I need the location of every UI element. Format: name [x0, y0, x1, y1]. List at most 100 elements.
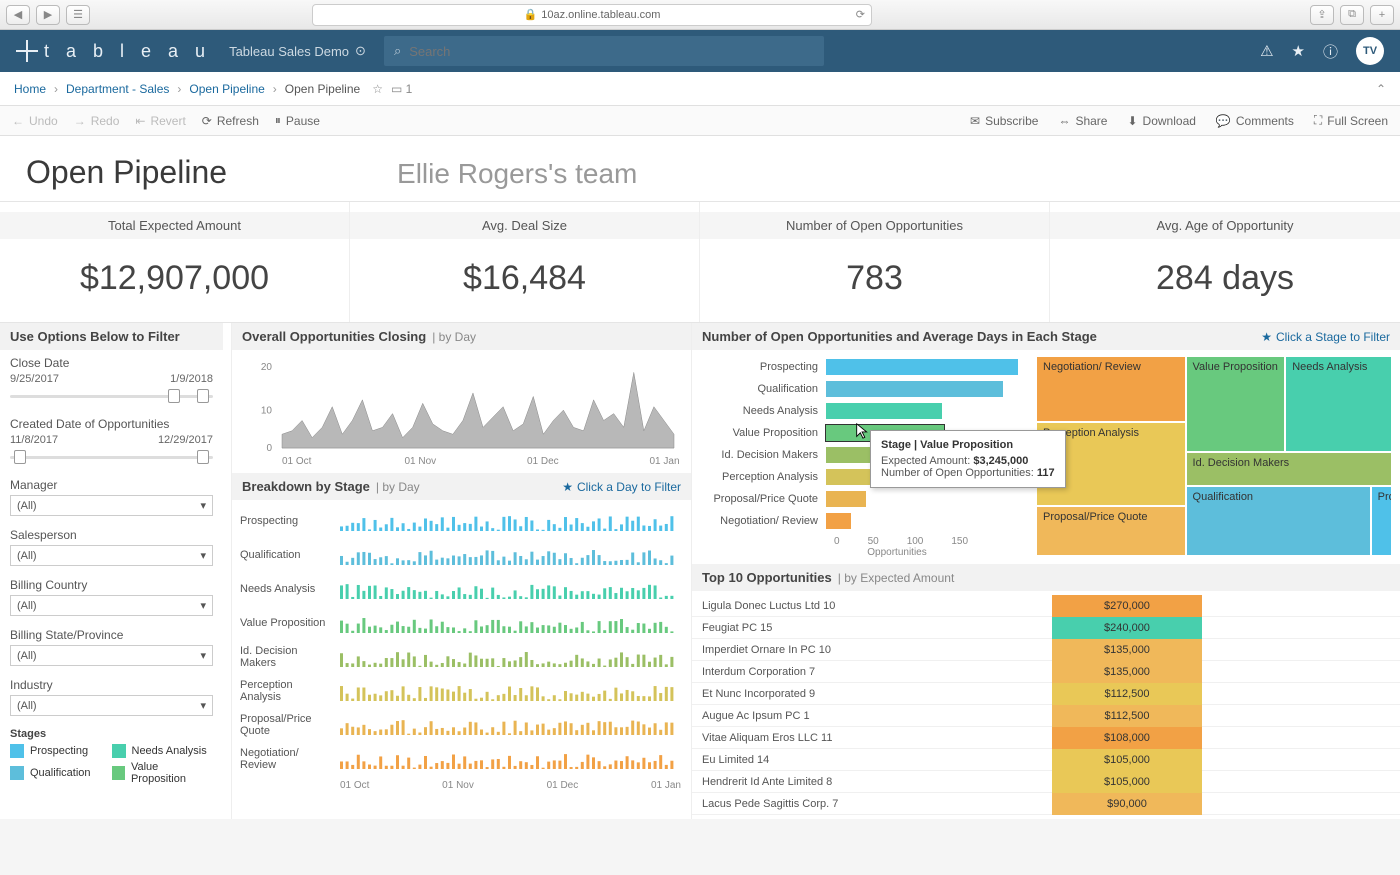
- breakdown-row[interactable]: Value Proposition: [240, 606, 683, 640]
- mail-icon: ✉: [970, 114, 980, 128]
- breakdown-row[interactable]: Needs Analysis: [240, 572, 683, 606]
- breakdown-row[interactable]: Negotiation/ Review: [240, 742, 683, 776]
- browser-forward-button[interactable]: ▶: [36, 5, 60, 25]
- chevron-down-icon: ▾: [200, 649, 206, 662]
- user-avatar[interactable]: TV: [1356, 37, 1384, 65]
- svg-text:01 Dec: 01 Dec: [527, 456, 559, 467]
- filter-close-date: Close Date 9/25/20171/9/2018: [0, 350, 223, 411]
- search-box[interactable]: ⌕: [384, 36, 824, 66]
- stage-treemap[interactable]: Negotiation/ ReviewValue PropositionNeed…: [1036, 356, 1392, 556]
- fullscreen-button[interactable]: ⛶Full Screen: [1314, 113, 1388, 128]
- legend-item[interactable]: Qualification: [10, 761, 112, 785]
- star-icon: ★: [1261, 330, 1272, 344]
- views-icon[interactable]: ▭ 1: [391, 82, 412, 96]
- top10-row[interactable]: Hendrerit Id Ante Limited 8$105,000: [692, 771, 1400, 793]
- svg-text:20: 20: [261, 362, 273, 373]
- download-button[interactable]: ⬇Download: [1127, 113, 1195, 128]
- breadcrumb-department[interactable]: Department - Sales: [66, 82, 169, 96]
- breakdown-row[interactable]: Id. Decision Makers: [240, 640, 683, 674]
- breakdown-row[interactable]: Qualification: [240, 538, 683, 572]
- favorites-icon[interactable]: ★: [1292, 42, 1305, 60]
- breadcrumb-workbook[interactable]: Open Pipeline: [189, 82, 264, 96]
- top10-row[interactable]: Vitae Aliquam Eros LLC 11$108,000: [692, 727, 1400, 749]
- top10-row[interactable]: Imperdiet Ornare In PC 10$135,000: [692, 639, 1400, 661]
- legend-item[interactable]: Prospecting: [10, 744, 112, 758]
- star-outline-icon[interactable]: ☆: [372, 82, 383, 96]
- treemap-cell[interactable]: Qualification: [1186, 486, 1371, 556]
- stage-bar[interactable]: Proposal/Price Quote: [696, 488, 1028, 510]
- manager-select[interactable]: (All)▾: [10, 495, 213, 516]
- pause-button[interactable]: ⏸Pause: [275, 113, 320, 128]
- stage-heading: Number of Open Opportunities and Average…: [692, 323, 1400, 350]
- redo-button[interactable]: →Redo: [74, 114, 120, 128]
- browser-back-button[interactable]: ◀: [6, 5, 30, 25]
- breadcrumb-current: Open Pipeline: [285, 82, 360, 96]
- treemap-cell[interactable]: Id. Decision Makers: [1186, 452, 1392, 486]
- filter-created-date: Created Date of Opportunities 11/8/20171…: [0, 411, 223, 472]
- top10-row[interactable]: Ligula Donec Luctus Ltd 10$270,000: [692, 595, 1400, 617]
- breakdown-row[interactable]: Prospecting: [240, 504, 683, 538]
- stage-bar[interactable]: Prospecting: [696, 356, 1028, 378]
- filter-panel: Use Options Below to Filter Close Date 9…: [0, 323, 232, 819]
- tableau-logo[interactable]: t a b l e a u: [16, 40, 211, 62]
- breadcrumb-home[interactable]: Home: [14, 82, 46, 96]
- top10-row[interactable]: Augue Ac Ipsum PC 1$112,500: [692, 705, 1400, 727]
- refresh-button[interactable]: ⟳Refresh: [202, 114, 259, 128]
- browser-tabs-button[interactable]: ⧉: [1340, 5, 1364, 25]
- top10-row[interactable]: Lacus Pede Sagittis Corp. 7$90,000: [692, 793, 1400, 815]
- stage-bar[interactable]: Qualification: [696, 378, 1028, 400]
- stage-legend: Stages ProspectingNeeds AnalysisQualific…: [0, 722, 223, 794]
- top10-heading: Top 10 Opportunities | by Expected Amoun…: [692, 564, 1400, 591]
- subscribe-button[interactable]: ✉Subscribe: [970, 113, 1038, 128]
- kpi-avg-deal-size: Avg. Deal Size $16,484: [350, 202, 700, 322]
- undo-button[interactable]: ←Undo: [12, 114, 58, 128]
- browser-url-bar[interactable]: 🔒 10az.online.tableau.com ⟳: [312, 4, 872, 26]
- salesperson-select[interactable]: (All)▾: [10, 545, 213, 566]
- revert-button[interactable]: ⇤Revert: [135, 114, 185, 128]
- fullscreen-icon: ⛶: [1314, 113, 1322, 128]
- top10-row[interactable]: Et Nunc Incorporated 9$112,500: [692, 683, 1400, 705]
- browser-share-button[interactable]: ⇪: [1310, 5, 1334, 25]
- billing-country-select[interactable]: (All)▾: [10, 595, 213, 616]
- top10-table[interactable]: Ligula Donec Luctus Ltd 10$270,000Feugia…: [692, 591, 1400, 819]
- billing-state-select[interactable]: (All)▾: [10, 645, 213, 666]
- search-input[interactable]: [409, 44, 814, 59]
- redo-icon: →: [74, 114, 86, 128]
- treemap-cell[interactable]: Prospecting: [1371, 486, 1392, 556]
- close-date-slider[interactable]: [10, 387, 213, 405]
- stage-bar[interactable]: Needs Analysis: [696, 400, 1028, 422]
- treemap-cell[interactable]: Negotiation/ Review: [1036, 356, 1186, 422]
- legend-item[interactable]: Value Proposition: [112, 761, 214, 785]
- filter-heading: Use Options Below to Filter: [0, 323, 223, 350]
- breakdown-row[interactable]: Proposal/Price Quote: [240, 708, 683, 742]
- share-button[interactable]: ⇔Share: [1058, 113, 1107, 128]
- reload-icon[interactable]: ⟳: [856, 8, 865, 21]
- breakdown-row[interactable]: Perception Analysis: [240, 674, 683, 708]
- collapse-icon[interactable]: ⌃: [1376, 82, 1386, 96]
- top10-row[interactable]: Eu Limited 14$105,000: [692, 749, 1400, 771]
- stage-bar[interactable]: Negotiation/ Review: [696, 510, 1028, 532]
- revert-icon: ⇤: [135, 114, 145, 128]
- treemap-cell[interactable]: Needs Analysis: [1285, 356, 1392, 452]
- legend-item[interactable]: Needs Analysis: [112, 744, 214, 758]
- treemap-cell[interactable]: Proposal/Price Quote: [1036, 506, 1186, 556]
- browser-toolbar: ◀ ▶ ☰ 🔒 10az.online.tableau.com ⟳ ⇪ ⧉ +: [0, 0, 1400, 30]
- search-icon: ⌕: [394, 43, 401, 59]
- top10-row[interactable]: Feugiat PC 15$240,000: [692, 617, 1400, 639]
- workbook-selector[interactable]: Tableau Sales Demo ⊙: [229, 43, 366, 59]
- browser-sidebar-button[interactable]: ☰: [66, 5, 90, 25]
- browser-newtab-button[interactable]: +: [1370, 5, 1394, 25]
- alert-icon[interactable]: ⚠: [1260, 42, 1273, 60]
- created-date-slider[interactable]: [10, 448, 213, 466]
- chevron-down-icon: ▾: [200, 499, 206, 512]
- overall-heading: Overall Opportunities Closing | by Day: [232, 323, 691, 350]
- kpi-row: Total Expected Amount $12,907,000 Avg. D…: [0, 201, 1400, 323]
- overall-chart[interactable]: 20 10 0 01 Oct01 Nov01 Dec01 Jan: [232, 350, 691, 473]
- industry-select[interactable]: (All)▾: [10, 695, 213, 716]
- info-icon[interactable]: ⓘ: [1323, 41, 1338, 62]
- breakdown-chart[interactable]: ProspectingQualificationNeeds AnalysisVa…: [232, 500, 691, 780]
- refresh-icon: ⟳: [202, 114, 212, 128]
- treemap-cell[interactable]: Value Proposition: [1186, 356, 1286, 452]
- comments-button[interactable]: 💬Comments: [1216, 113, 1294, 128]
- top10-row[interactable]: Interdum Corporation 7$135,000: [692, 661, 1400, 683]
